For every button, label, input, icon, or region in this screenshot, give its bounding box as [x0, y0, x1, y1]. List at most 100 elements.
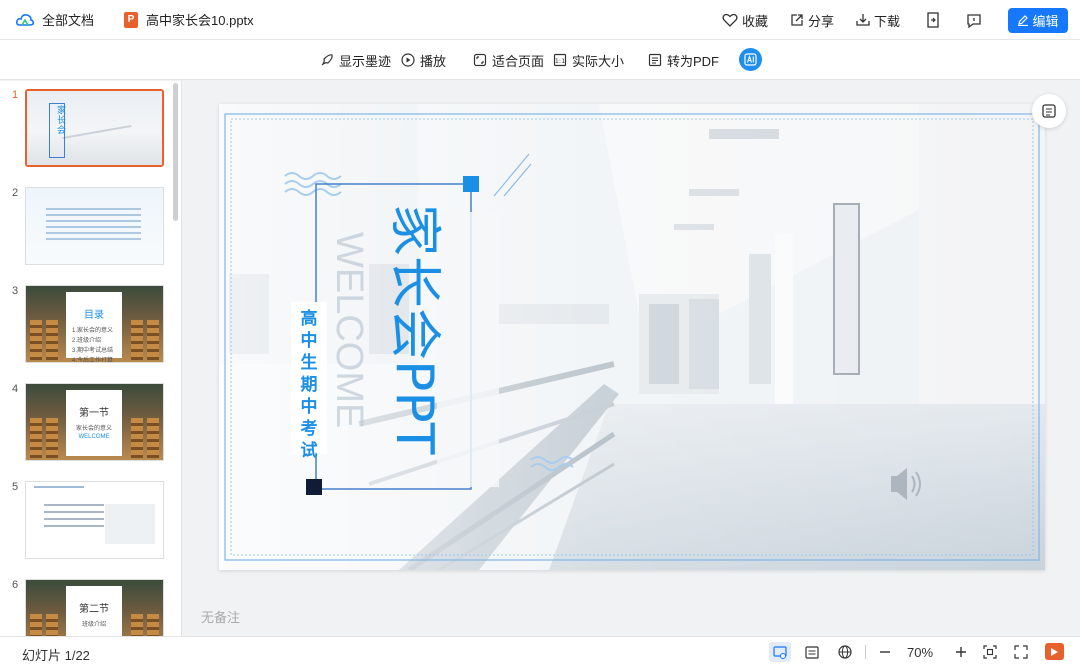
- thumbnail-subheading: 家长会的意义: [75, 426, 112, 432]
- web-view-button[interactable]: [834, 642, 856, 662]
- plus-icon: [956, 647, 966, 657]
- pptx-file-icon: P: [124, 11, 139, 28]
- edit-button[interactable]: 编辑: [1008, 7, 1068, 33]
- current-slide: WELCOME 家长会PPT 高中生期中考试: [219, 104, 1045, 570]
- play-label: 播放: [420, 53, 447, 69]
- pencil-icon: [1018, 15, 1029, 26]
- fullscreen-icon: [1014, 645, 1028, 659]
- all-docs-label: 全部文档: [42, 13, 95, 28]
- sidebar-scrollbar[interactable]: [173, 83, 178, 221]
- top-bar: 全部文档 P 高中家长会10.pptx 收藏 分享 下载 编辑: [0, 0, 1080, 40]
- play-button[interactable]: 播放: [401, 40, 446, 80]
- slide-number: 2: [12, 187, 19, 199]
- fit-window-button[interactable]: [979, 642, 1001, 662]
- actual-size-label: 实际大小: [572, 53, 625, 69]
- slide-thumbnail-4[interactable]: 第一节 家长会的意义 WELCOME: [25, 383, 164, 461]
- fit-window-icon: [983, 645, 997, 659]
- thumbnail-row: 2: [0, 187, 172, 269]
- slide-thumbnail-6[interactable]: 第二节 班级介绍: [25, 579, 164, 636]
- notes-view-icon: [805, 645, 819, 659]
- play-circle-icon: [401, 53, 415, 67]
- cloud-logo-icon: [16, 13, 34, 26]
- thumbnail-item: 2.班级介绍: [72, 338, 102, 344]
- slide-number: 4: [12, 383, 19, 395]
- download-icon: [856, 14, 870, 26]
- edit-label: 编辑: [1032, 13, 1059, 29]
- share-button[interactable]: 分享: [790, 11, 834, 30]
- notes-toggle-button[interactable]: [1032, 94, 1066, 128]
- export-button[interactable]: [926, 12, 940, 28]
- status-divider: [865, 645, 866, 659]
- welcome-watermark: WELCOME: [328, 232, 370, 428]
- actual-size-button[interactable]: 1:1 实际大小: [553, 40, 624, 80]
- thumbnail-row: 3 目录 1.家长会的意义 2.班级介绍 3.期中考试总结 4.今后工作打算: [0, 285, 172, 367]
- zoom-in-button[interactable]: [950, 642, 972, 662]
- normal-view-button[interactable]: [769, 642, 791, 662]
- thumbnail-welcome: WELCOME: [78, 434, 110, 440]
- globe-icon: [838, 645, 852, 659]
- thumbnail-item: 4.今后工作打算: [72, 358, 114, 363]
- minus-icon: [880, 651, 890, 653]
- subtitle-text-group: 高中生期中考试: [300, 308, 318, 461]
- zoom-level[interactable]: 70%: [907, 645, 933, 660]
- favorite-button[interactable]: 收藏: [722, 11, 768, 30]
- slideshow-play-button[interactable]: [1045, 643, 1064, 660]
- slide-counter: 幻灯片 1/22: [22, 648, 90, 663]
- convert-pdf-button[interactable]: 转为PDF: [648, 40, 719, 80]
- slide-thumbnail-1[interactable]: 家长会: [25, 89, 164, 167]
- thumbnail-item: 1.家长会的意义: [72, 328, 114, 334]
- thumbnail-title: 家长会: [57, 105, 67, 135]
- file-name: 高中家长会10.pptx: [146, 13, 254, 28]
- slide-number: 1: [12, 89, 19, 101]
- comment-icon: [967, 13, 981, 28]
- show-ink-button[interactable]: 显示墨迹: [320, 40, 391, 80]
- fit-page-label: 适合页面: [492, 53, 545, 69]
- slide-number: 3: [12, 285, 19, 297]
- download-button[interactable]: 下载: [856, 11, 900, 30]
- normal-view-icon: [773, 645, 787, 659]
- thumbnail-image: 目录 1.家长会的意义 2.班级介绍 3.期中考试总结 4.今后工作打算: [26, 286, 163, 362]
- thumbnail-row: 1 家长会: [0, 89, 172, 171]
- export-icon: [927, 12, 939, 28]
- status-bar: 幻灯片 1/22 70%: [0, 636, 1080, 666]
- notes-placeholder[interactable]: 无备注: [201, 607, 240, 626]
- slides-list-icon: [1042, 104, 1056, 118]
- ai-icon: [744, 53, 757, 66]
- all-docs-link[interactable]: 全部文档: [16, 10, 94, 29]
- fullscreen-button[interactable]: [1010, 642, 1032, 662]
- slide-thumbnail-2[interactable]: [25, 187, 164, 265]
- zoom-out-button[interactable]: [874, 642, 896, 662]
- thumbnail-image: 第二节 班级介绍: [26, 580, 163, 636]
- thumbnail-heading: 第一节: [79, 408, 109, 419]
- slide-stage: WELCOME 家长会PPT 高中生期中考试 无备注: [182, 81, 1080, 636]
- subtitle-text: 高中生期中考试: [300, 308, 318, 461]
- play-icon: [1051, 647, 1058, 656]
- download-label: 下载: [873, 13, 900, 29]
- thumbnail-row: 4 第一节 家长会的意义 WELCOME: [0, 383, 172, 465]
- view-toolbar: 显示墨迹 播放 适合页面 1:1 实际大小 转为PDF: [0, 40, 1080, 80]
- main-title-group: 家长会PPT: [384, 204, 444, 455]
- thumbnail-heading: 目录: [84, 310, 104, 321]
- thumbnail-image: [26, 188, 163, 264]
- heart-icon: [722, 13, 738, 27]
- file-title: P 高中家长会10.pptx: [124, 10, 254, 29]
- slide-thumbnail-panel: 1 家长会 2 3 目录 1.家长会的意义 2.班级介绍 3.期中考试总结 4.…: [0, 81, 182, 636]
- thumbnail-heading: 第二节: [79, 604, 109, 615]
- favorite-label: 收藏: [741, 13, 768, 29]
- thumbnail-row: 6 第二节 班级介绍: [0, 579, 172, 636]
- thumbnail-image: [26, 482, 163, 558]
- fit-page-button[interactable]: 适合页面: [473, 40, 544, 80]
- slide-thumbnail-3[interactable]: 目录 1.家长会的意义 2.班级介绍 3.期中考试总结 4.今后工作打算: [25, 285, 164, 363]
- slide-thumbnail-5[interactable]: [25, 481, 164, 559]
- thumbnail-subheading: 班级介绍: [81, 622, 106, 628]
- svg-text:1:1: 1:1: [555, 57, 565, 65]
- notes-view-button[interactable]: [801, 642, 823, 662]
- thumbnail-row: 5: [0, 481, 172, 563]
- comment-button[interactable]: [966, 13, 982, 28]
- ai-assistant-button[interactable]: [739, 48, 762, 71]
- main-title: 家长会PPT: [384, 204, 444, 455]
- share-icon: [791, 14, 803, 26]
- actual-size-icon: 1:1: [553, 53, 567, 67]
- share-label: 分享: [807, 13, 834, 29]
- slide-number: 6: [12, 579, 19, 591]
